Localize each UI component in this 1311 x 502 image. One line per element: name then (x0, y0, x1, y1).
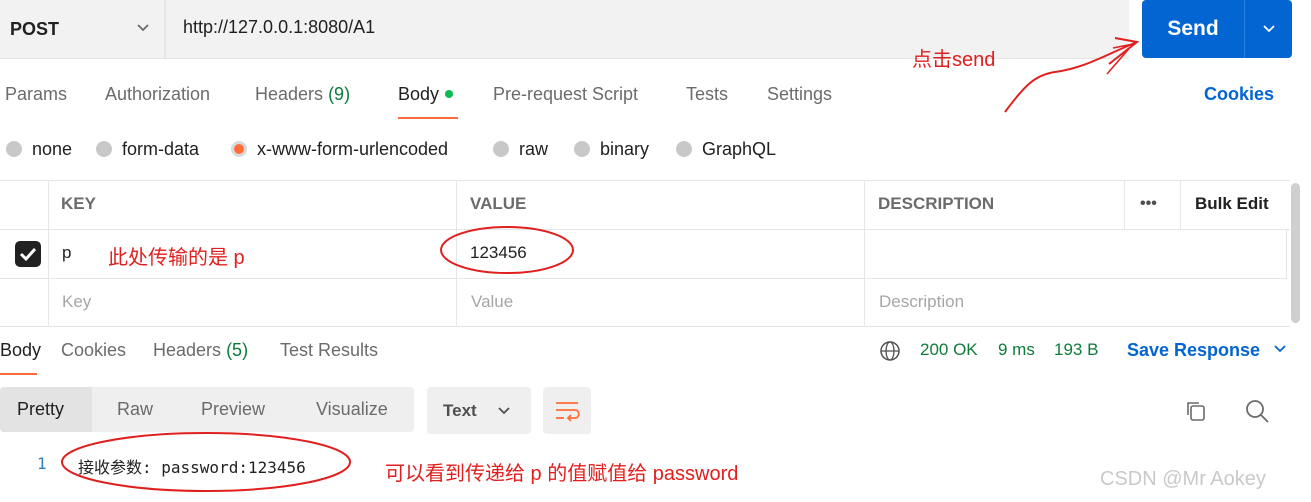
annotation-arrow (1004, 37, 1140, 113)
divider (1286, 229, 1287, 278)
tab-authorization[interactable]: Authorization (105, 84, 210, 105)
column-header-key: KEY (61, 194, 96, 213)
chevron-down-icon (1274, 345, 1286, 353)
save-response-button[interactable]: Save Response (1127, 340, 1287, 361)
scrollbar[interactable] (1291, 183, 1300, 323)
new-key-input[interactable]: Key (62, 292, 91, 312)
tab-label: Pre-request Script (493, 84, 639, 104)
chevron-down-icon (1262, 25, 1275, 33)
search-icon[interactable] (1243, 397, 1271, 425)
tab-underline (0, 373, 37, 375)
radio-urlencoded[interactable]: x-www-form-urlencoded (231, 138, 448, 160)
tab-body[interactable]: Body (398, 84, 454, 105)
radio-icon (574, 141, 590, 157)
chevron-down-icon (137, 24, 149, 32)
row-checkbox[interactable] (15, 241, 41, 267)
send-button[interactable]: Send (1142, 0, 1292, 58)
divider (1180, 180, 1181, 229)
radio-label: none (32, 138, 73, 159)
headers-count: (5) (226, 340, 249, 360)
tab-label: Headers (255, 84, 324, 104)
active-dot-icon (445, 90, 454, 98)
radio-form-data[interactable]: form-data (96, 138, 199, 160)
divider (0, 180, 1290, 181)
radio-none[interactable]: none (6, 138, 72, 160)
radio-icon (493, 141, 509, 157)
bulk-edit-button[interactable]: Bulk Edit (1195, 194, 1269, 214)
radio-binary[interactable]: binary (574, 138, 649, 160)
radio-label: raw (519, 138, 549, 159)
send-label: Send (1167, 17, 1219, 40)
divider (0, 326, 1290, 327)
tab-label: Headers (153, 340, 222, 360)
annotation-send: 点击send (912, 49, 996, 71)
radio-icon (6, 141, 22, 157)
new-description-input[interactable]: Description (879, 292, 964, 312)
wrap-icon (556, 402, 580, 422)
response-time[interactable]: 9 ms (998, 340, 1035, 360)
more-options-icon[interactable]: ••• (1140, 195, 1157, 213)
divider (164, 0, 166, 58)
method-label: POST (10, 18, 60, 39)
response-tab-cookies[interactable]: Cookies (61, 340, 126, 361)
annotation-p: 此处传输的是 p (108, 247, 245, 269)
tab-label: Settings (767, 84, 833, 104)
method-selector[interactable]: POST (0, 0, 164, 58)
tab-settings[interactable]: Settings (767, 84, 832, 105)
url-input[interactable]: http://127.0.0.1:8080/A1 (183, 17, 375, 38)
cookies-link[interactable]: Cookies (1204, 84, 1274, 105)
annotation-circle (440, 226, 574, 274)
column-header-value: VALUE (470, 194, 527, 213)
radio-icon (96, 141, 112, 157)
annotation-result: 可以看到传递给 p 的值赋值给 password (385, 463, 739, 485)
divider (1124, 180, 1125, 229)
tab-label: Body (398, 84, 440, 104)
headers-count: (9) (328, 84, 351, 104)
column-header-description: DESCRIPTION (878, 194, 995, 213)
format-label: Text (443, 400, 477, 420)
globe-icon[interactable] (879, 340, 901, 362)
tab-label: Authorization (105, 84, 211, 104)
response-tab-test-results[interactable]: Test Results (280, 340, 378, 361)
radio-label: x-www-form-urlencoded (257, 138, 449, 159)
tab-params[interactable]: Params (5, 84, 67, 105)
tab-label: Tests (686, 84, 729, 104)
response-tab-headers[interactable]: Headers (5) (153, 340, 248, 361)
view-pretty[interactable]: Pretty (17, 399, 64, 420)
view-visualize[interactable]: Visualize (316, 399, 388, 420)
watermark: CSDN @Mr Aokey (1100, 468, 1266, 490)
wrap-lines-button[interactable] (543, 387, 591, 434)
tab-headers[interactable]: Headers (9) (255, 84, 350, 105)
tab-pre-request-script[interactable]: Pre-request Script (493, 84, 638, 105)
response-size[interactable]: 193 B (1054, 340, 1098, 360)
annotation-circle (61, 432, 351, 492)
tab-tests[interactable]: Tests (686, 84, 728, 105)
tab-label: Params (5, 84, 68, 104)
radio-icon (676, 141, 692, 157)
chevron-down-icon (498, 406, 510, 414)
radio-raw[interactable]: raw (493, 138, 548, 160)
radio-graphql[interactable]: GraphQL (676, 138, 776, 160)
radio-selected-icon (231, 141, 247, 157)
copy-icon[interactable] (1183, 398, 1209, 424)
row-key[interactable]: p (62, 243, 71, 263)
format-selector[interactable]: Text (427, 387, 531, 434)
divider (48, 180, 49, 326)
radio-label: GraphQL (702, 138, 777, 159)
radio-label: form-data (122, 138, 200, 159)
new-value-input[interactable]: Value (471, 292, 513, 312)
line-number: 1 (37, 454, 47, 473)
view-preview[interactable]: Preview (201, 399, 265, 420)
divider (0, 229, 1290, 230)
check-icon (19, 247, 37, 262)
radio-label: binary (600, 138, 650, 159)
response-tab-body[interactable]: Body (0, 340, 41, 361)
divider (864, 180, 865, 326)
send-options-button[interactable] (1245, 22, 1292, 36)
tab-underline (398, 117, 458, 119)
view-raw[interactable]: Raw (117, 399, 153, 420)
status-code[interactable]: 200 OK (920, 340, 978, 360)
divider (0, 278, 1287, 279)
save-response-label: Save Response (1127, 340, 1261, 360)
